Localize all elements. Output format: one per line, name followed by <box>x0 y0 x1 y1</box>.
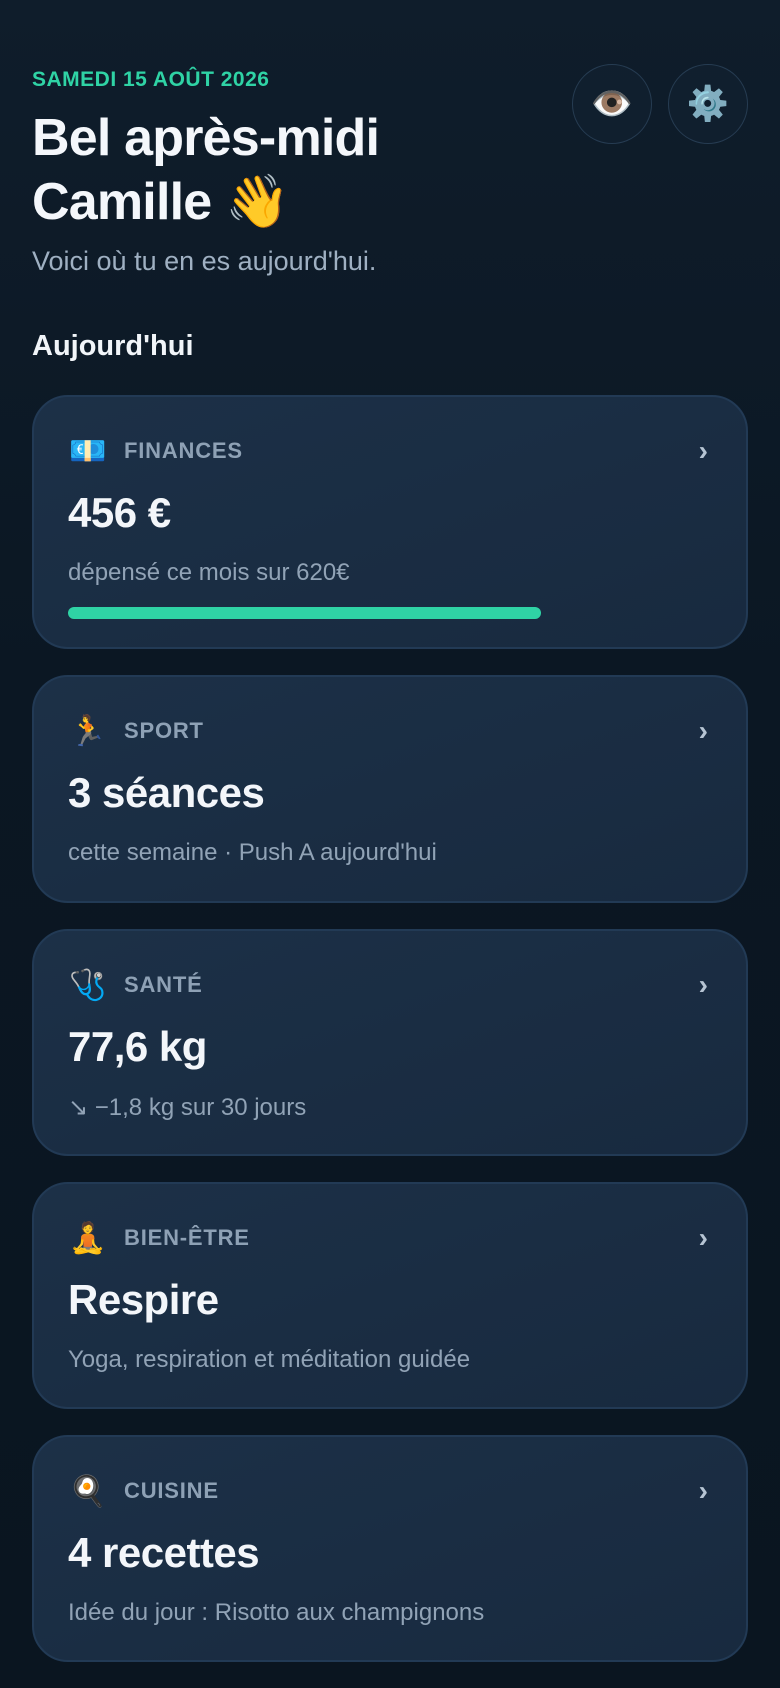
running-person-icon: 🏃 <box>69 714 107 748</box>
header: SAMEDI 15 AOÛT 2026 Bel après-midi Camil… <box>32 62 748 292</box>
card-category-label: FINANCES <box>124 438 243 463</box>
card-value: 77,6 kg <box>68 1023 207 1070</box>
card-description: cette semaine · Push A aujourd'hui <box>68 839 437 866</box>
card-category: 🧘 BIEN-ÊTRE <box>68 1218 250 1258</box>
greeting-title: Bel après-midi Camille 👋 <box>32 106 552 234</box>
card-description: Idée du jour : Risotto aux champignons <box>68 1599 485 1626</box>
card-category-label: SANTÉ <box>124 972 203 997</box>
euro-banknote-icon: 💶 <box>69 434 107 468</box>
eye-icon: 👁️ <box>590 85 634 123</box>
card-value: Respire <box>68 1276 219 1323</box>
card-description: Yoga, respiration et méditation guidée <box>68 1346 471 1373</box>
privacy-toggle-button[interactable]: 👁️ <box>572 64 652 144</box>
card-bien-etre[interactable]: 🧘 BIEN-ÊTRE › Respire Yoga, respiration … <box>32 1182 748 1409</box>
date-label: SAMEDI 15 AOÛT 2026 <box>32 68 270 91</box>
card-category-label: BIEN-ÊTRE <box>124 1225 250 1250</box>
card-cuisine[interactable]: 🍳 CUISINE › 4 recettes Idée du jour : Ri… <box>32 1435 748 1662</box>
settings-button[interactable]: ⚙️ <box>668 64 748 144</box>
card-sport[interactable]: 🏃 SPORT › 3 séances cette semaine · Push… <box>32 675 748 903</box>
card-value: 4 recettes <box>68 1529 260 1576</box>
meditation-icon: 🧘 <box>69 1221 107 1255</box>
card-value: 3 séances <box>68 769 265 816</box>
card-category-label: SPORT <box>124 718 204 743</box>
card-category: 🍳 CUISINE <box>68 1471 219 1511</box>
card-category: 🏃 SPORT <box>68 711 204 751</box>
card-finances[interactable]: 💶 FINANCES › 456 € dépensé ce mois sur 6… <box>32 395 748 649</box>
section-title: Aujourd'hui <box>32 330 194 362</box>
greeting-line-2: Camille 👋 <box>32 173 290 231</box>
chevron-right-icon: › <box>698 435 708 466</box>
greeting-subtitle: Voici où tu en es aujourd'hui. <box>32 246 377 276</box>
cooking-pan-icon: 🍳 <box>69 1474 107 1508</box>
budget-progress-bar <box>68 607 712 619</box>
card-category-label: CUISINE <box>124 1478 219 1503</box>
chevron-right-icon: › <box>698 715 708 746</box>
gear-icon: ⚙️ <box>686 85 730 123</box>
chevron-right-icon: › <box>698 1475 708 1506</box>
card-sante[interactable]: 🩺 SANTÉ › 77,6 kg ↘ −1,8 kg sur 30 jours <box>32 929 748 1156</box>
card-value: 456 € <box>68 489 171 536</box>
greeting-line-1: Bel après-midi <box>32 109 380 167</box>
budget-progress-fill <box>68 607 542 619</box>
stethoscope-icon: 🩺 <box>69 968 107 1002</box>
chevron-right-icon: › <box>698 969 708 1000</box>
chevron-right-icon: › <box>698 1222 708 1253</box>
card-category: 🩺 SANTÉ <box>68 965 203 1005</box>
card-description: ↘ −1,8 kg sur 30 jours <box>68 1094 307 1121</box>
card-description: dépensé ce mois sur 620€ <box>68 559 350 586</box>
card-category: 💶 FINANCES <box>68 431 243 471</box>
